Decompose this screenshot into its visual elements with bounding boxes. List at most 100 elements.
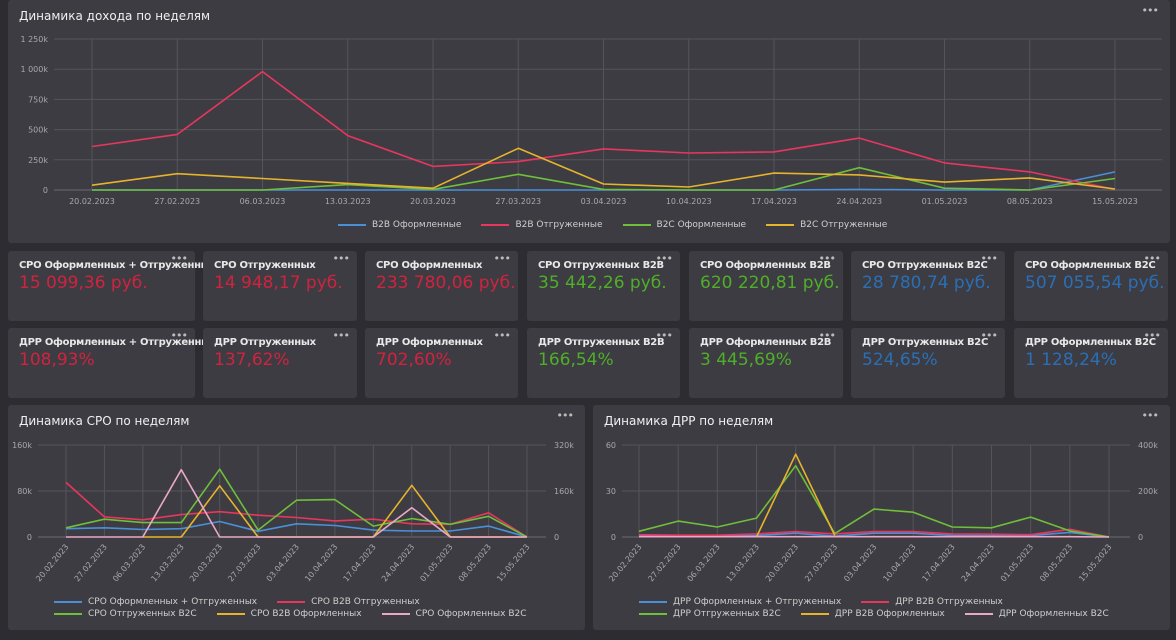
legend-label: ДРР B2B Отгруженных xyxy=(895,597,1003,607)
legend-label: СРО B2B Отгруженных xyxy=(311,597,420,607)
y-tick-label: 60 xyxy=(606,441,616,450)
y-tick-label: 250k xyxy=(28,156,48,165)
kpi-card: СРО Оформленных B2B 620 220,81 руб. ••• xyxy=(689,251,843,321)
x-tick-label: 27.03.2023 xyxy=(495,197,541,206)
kpi-menu-button[interactable]: ••• xyxy=(981,252,998,265)
x-tick-label: 06.03.2023 xyxy=(240,197,286,206)
legend-item[interactable]: B2B Отгруженные xyxy=(481,219,603,231)
x-tick-label: 27.02.2023 xyxy=(154,197,200,206)
legend-item[interactable]: ДРР Отгруженных B2C xyxy=(639,608,781,620)
legend-item[interactable]: ДРР B2B Оформленных xyxy=(800,608,945,620)
kpi-label: ДРР Оформленных B2C xyxy=(1025,337,1156,348)
kpi-value: 524,65% xyxy=(862,350,938,370)
x-tick-label: 24.04.2023 xyxy=(836,197,882,206)
y-tick-label: 160k xyxy=(12,441,32,450)
kpi-menu-button[interactable]: ••• xyxy=(819,329,836,342)
kpi-value: 108,93% xyxy=(19,350,95,370)
y-tick-label: 0 xyxy=(43,186,48,195)
kpi-card: СРО Отгруженных B2C 28 780,74 руб. ••• xyxy=(851,251,1005,321)
legend-swatch xyxy=(338,224,366,226)
x-tick-label: 01.05.2023 xyxy=(922,197,968,206)
y-tick-label: 1 250k xyxy=(20,35,48,44)
legend-item[interactable]: СРО Оформленных + Отгруженных xyxy=(54,596,257,608)
kpi-menu-button[interactable]: ••• xyxy=(656,252,673,265)
x-tick-label: 20.02.2023 xyxy=(69,197,115,206)
kpi-label: СРО Оформленных B2C xyxy=(1025,260,1156,271)
legend-item[interactable]: СРО B2B Оформленных xyxy=(216,608,362,620)
legend-label: СРО Отгруженных B2C xyxy=(88,609,197,619)
kpi-card: ДРР Оформленных 702,60% ••• xyxy=(365,328,518,398)
kpi-card: СРО Отгруженных 14 948,17 руб. ••• xyxy=(203,251,357,321)
kpi-menu-button[interactable]: ••• xyxy=(333,329,350,342)
kpi-card: ДРР Отгруженных 137,62% ••• xyxy=(203,328,357,398)
kpi-card: ДРР Оформленных + Отгруженных 108,93% ••… xyxy=(8,328,216,398)
kpi-card: ДРР Оформленных B2C 1 128,24% ••• xyxy=(1014,328,1168,398)
legend-swatch xyxy=(800,613,829,615)
kpi-card: СРО Отгруженных B2B 35 442,26 руб. ••• xyxy=(527,251,680,321)
kpi-label: ДРР Отгруженных B2B xyxy=(538,337,665,348)
x-tick-label: 15.05.2023 xyxy=(495,543,531,584)
y-tick-label: 750k xyxy=(28,95,48,104)
x-tick-label: 10.04.2023 xyxy=(881,543,917,584)
kpi-value: 620 220,81 руб. xyxy=(700,273,840,293)
legend-swatch xyxy=(54,613,82,615)
legend-label: СРО Оформленных + Отгруженных xyxy=(88,597,258,607)
legend-item[interactable]: B2B Оформленные xyxy=(338,219,461,231)
kpi-menu-button[interactable]: ••• xyxy=(1144,329,1161,342)
income-chart-legend: B2B Оформленные B2B Отгруженные B2C Оформл… xyxy=(338,219,938,231)
kpi-menu-button[interactable]: ••• xyxy=(333,252,350,265)
y-tick-label: 0 xyxy=(27,533,32,542)
legend-item[interactable]: СРО B2B Отгруженных xyxy=(277,596,420,608)
kpi-menu-button[interactable]: ••• xyxy=(981,329,998,342)
kpi-menu-button[interactable]: ••• xyxy=(819,252,836,265)
kpi-card: СРО Оформленных B2C 507 055,54 руб. ••• xyxy=(1014,251,1168,321)
y2-tick-label: 160k xyxy=(554,487,574,496)
x-tick-label: 03.04.2023 xyxy=(265,543,301,584)
legend-label: B2B Оформленные xyxy=(372,220,462,230)
legend-item[interactable]: B2C Оформленные xyxy=(622,219,747,231)
drr-chart-panel: Динамика ДРР по неделям ••• 0 0 30 200k 60 40… xyxy=(593,405,1170,630)
kpi-card: ДРР Отгруженных B2C 524,65% ••• xyxy=(851,328,1005,398)
x-tick-label: 20.02.2023 xyxy=(607,543,643,584)
legend-label: ДРР B2B Оформленных xyxy=(834,609,945,619)
x-tick-label: 20.03.2023 xyxy=(188,543,224,584)
kpi-menu-button[interactable]: ••• xyxy=(494,252,511,265)
kpi-card: СРО Оформленных + Отгруженных 15 099,36 … xyxy=(8,251,216,321)
y-tick-label: 80k xyxy=(17,487,32,496)
y-tick-label: 500k xyxy=(28,126,48,135)
legend-swatch xyxy=(54,601,82,603)
x-tick-label: 27.02.2023 xyxy=(646,543,682,584)
income-chart-panel: Динамика дохода по неделям ••• 0 250k 500k… xyxy=(8,0,1170,243)
y-tick-label: 0 xyxy=(611,533,616,542)
kpi-menu-button[interactable]: ••• xyxy=(656,329,673,342)
legend-item[interactable]: ДРР Оформленных B2C xyxy=(964,608,1109,620)
kpi-menu-button[interactable]: ••• xyxy=(171,329,188,342)
kpi-label: СРО Оформленных xyxy=(376,260,483,271)
legend-item[interactable]: ДРР Оформленных + Отгруженных xyxy=(639,596,841,608)
kpi-card: ДРР Оформленных B2B 3 445,69% ••• xyxy=(689,328,843,398)
y2-tick-label: 320k xyxy=(554,441,574,450)
y2-tick-label: 200k xyxy=(1138,487,1158,496)
legend-swatch xyxy=(639,601,667,603)
kpi-menu-button[interactable]: ••• xyxy=(1144,252,1161,265)
legend-swatch xyxy=(766,224,795,226)
legend-item[interactable]: СРО Оформленных B2C xyxy=(381,608,527,620)
legend-item[interactable]: ДРР B2B Отгруженных xyxy=(861,596,1003,608)
x-tick-label: 15.05.2023 xyxy=(1092,197,1138,206)
kpi-value: 166,54% xyxy=(538,350,614,370)
y2-tick-label: 400k xyxy=(1138,441,1158,450)
kpi-menu-button[interactable]: ••• xyxy=(171,252,188,265)
legend-swatch xyxy=(861,601,890,603)
legend-label: B2C Оформленные xyxy=(656,220,747,230)
legend-item[interactable]: СРО Отгруженных B2C xyxy=(54,608,197,620)
kpi-label: ДРР Оформленных B2B xyxy=(700,337,832,348)
kpi-label: ДРР Отгруженных B2C xyxy=(862,337,988,348)
kpi-menu-button[interactable]: ••• xyxy=(494,329,511,342)
x-tick-label: 13.03.2023 xyxy=(149,543,185,584)
x-tick-label: 06.03.2023 xyxy=(686,543,722,584)
y-tick-label: 1 000k xyxy=(20,65,48,74)
legend-item[interactable]: B2C Отгруженные xyxy=(766,219,887,231)
x-tick-label: 17.04.2023 xyxy=(342,543,378,584)
y2-tick-label: 0 xyxy=(554,533,559,542)
x-tick-label: 17.04.2023 xyxy=(921,543,957,584)
